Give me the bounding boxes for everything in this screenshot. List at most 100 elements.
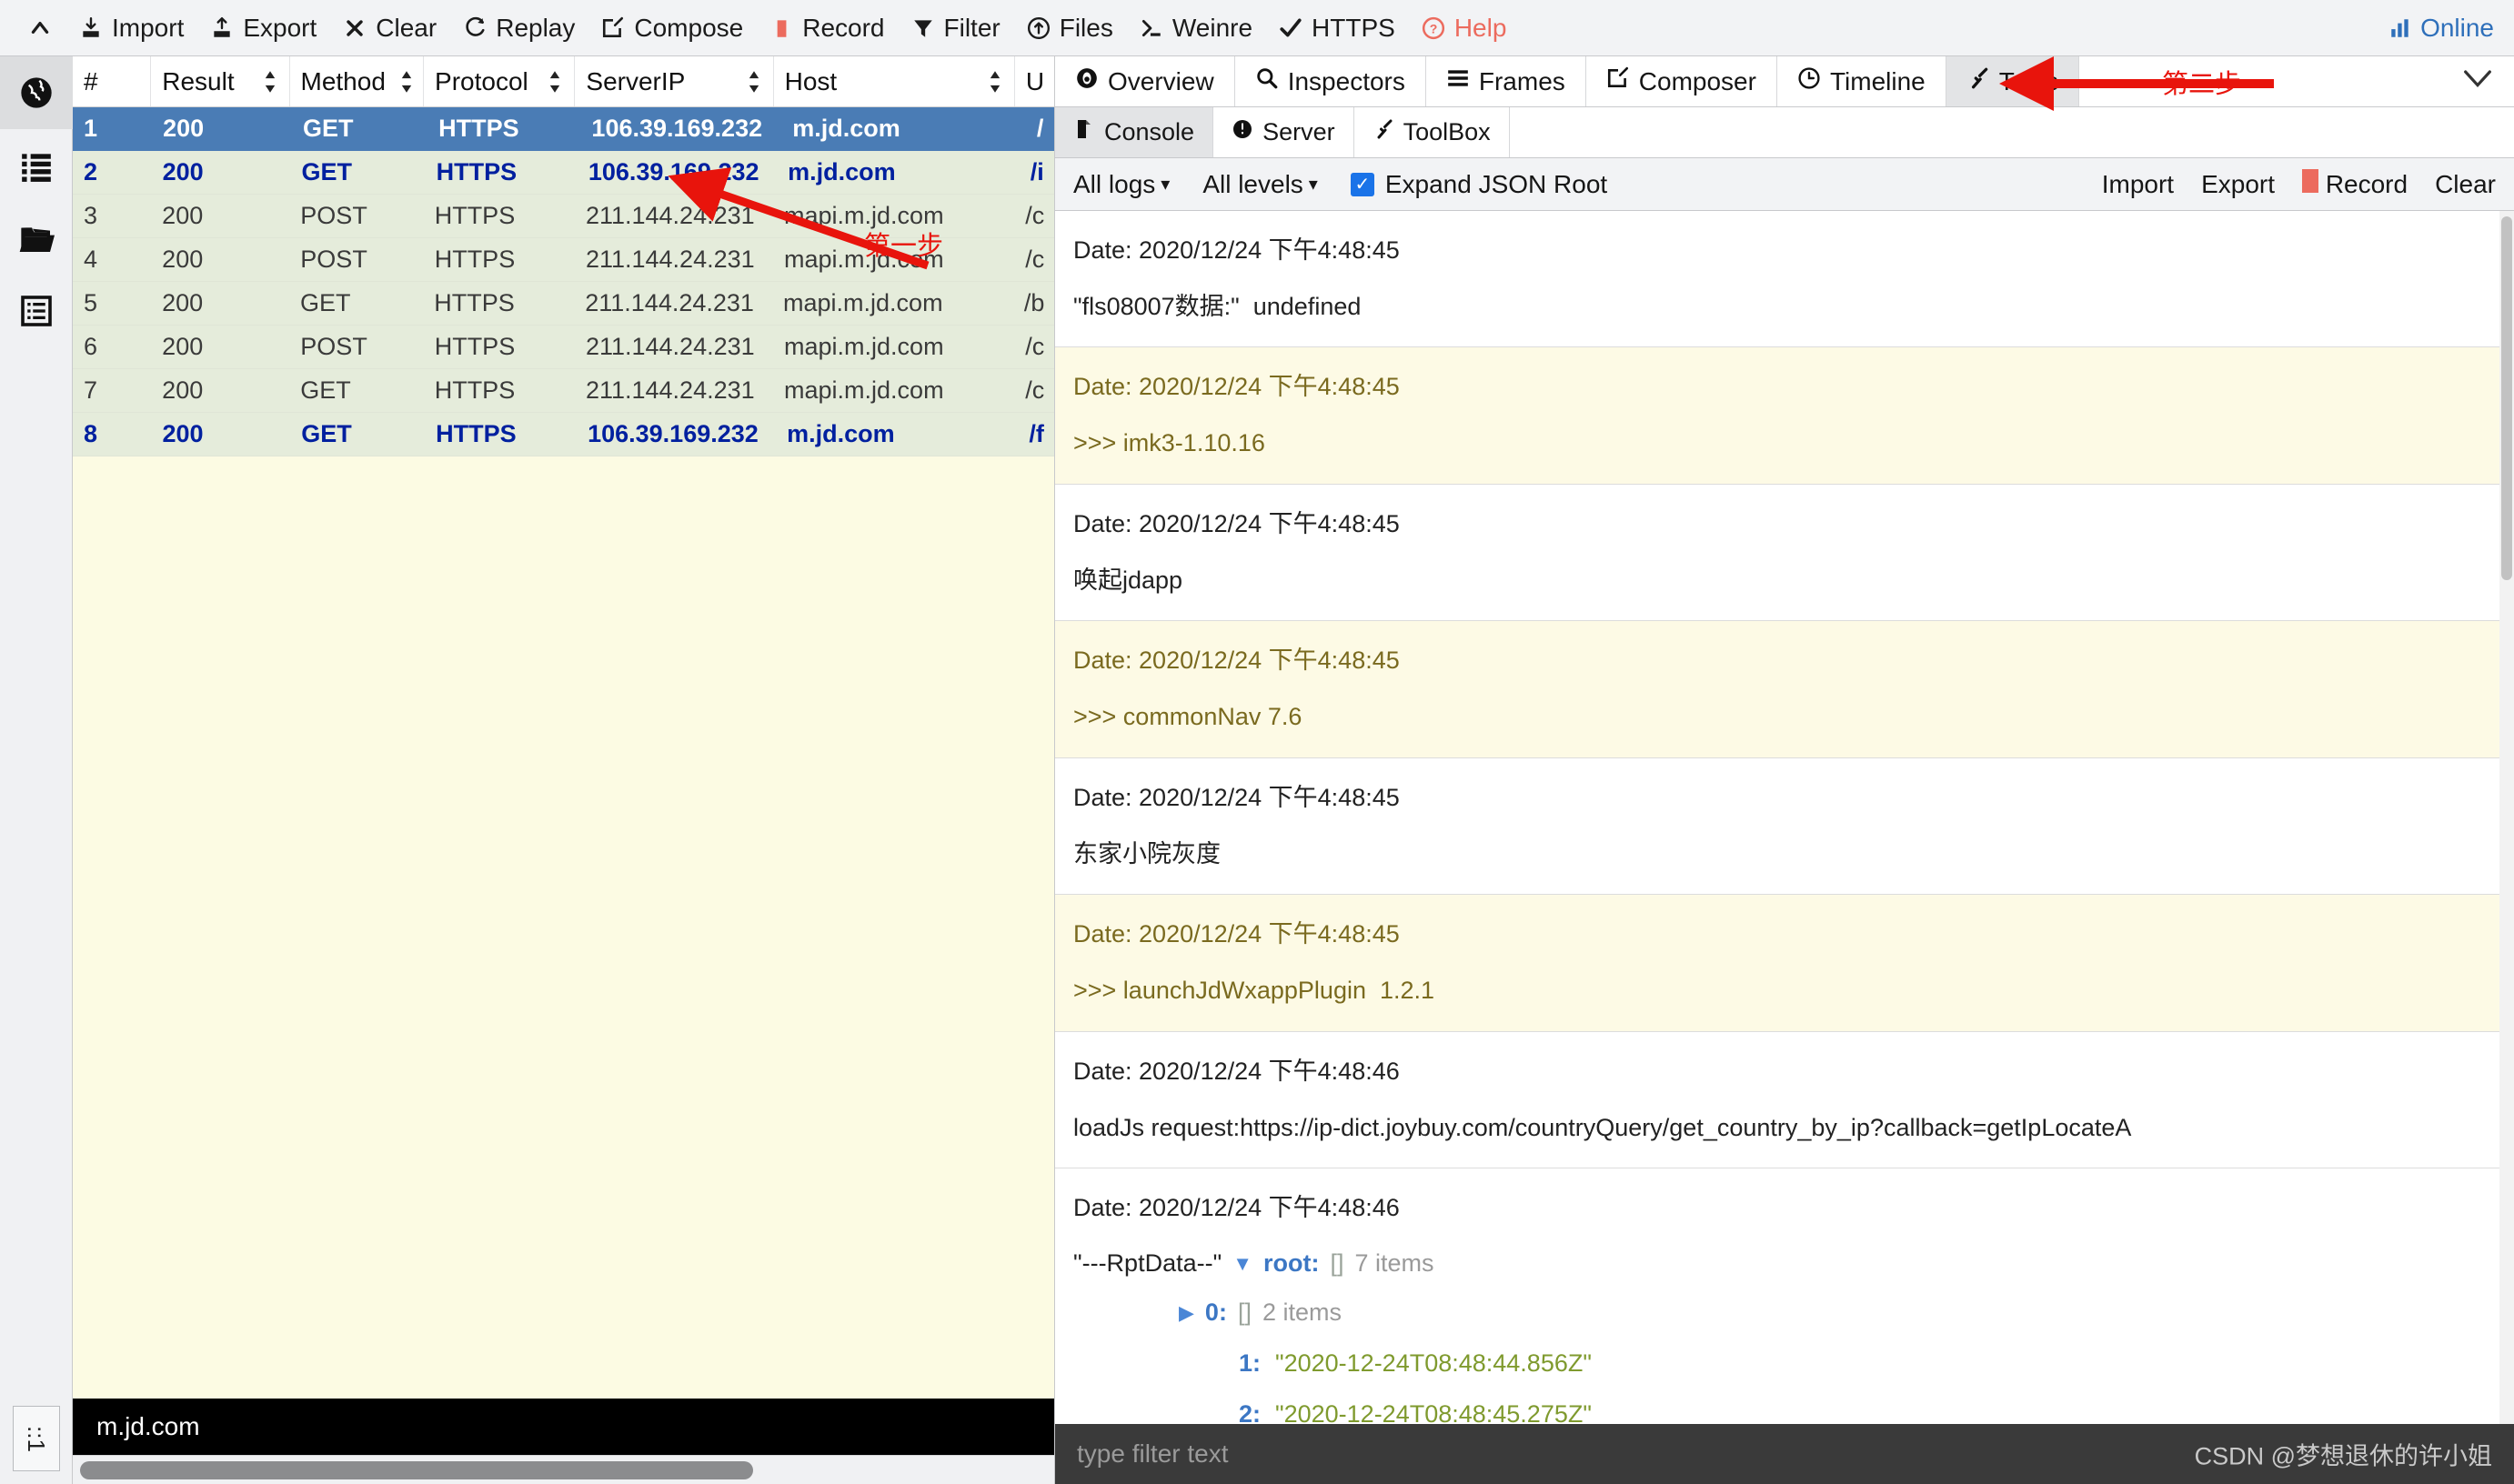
subtab-server[interactable]: Server [1213, 107, 1354, 157]
table-row[interactable]: 2 200 GET HTTPS 106.39.169.232 m.jd.com/i [73, 151, 1054, 195]
tab-composer[interactable]: Composer [1586, 56, 1777, 106]
log-vertical-scrollbar[interactable] [2499, 211, 2514, 1424]
json-leaf-row[interactable]: 1: "2020-12-24T08:48:44.856Z" [1239, 1345, 2494, 1383]
json-root-row[interactable]: "---RptData--" ▼ root: [] 7 items [1073, 1245, 2494, 1283]
session-host: mapi.m.jd.com [783, 289, 943, 316]
log-entry[interactable]: Date: 2020/12/24 下午4:48:45 唤起jdapp [1055, 485, 2514, 622]
table-row[interactable]: 7 200 GET HTTPS 211.144.24.231 mapi.m.jd.com /… [73, 369, 1054, 413]
session-host: mapi.m.jd.com [784, 246, 944, 273]
log-entry-json[interactable]: Date: 2020/12/24 下午4:48:46 "---RptData--… [1055, 1168, 2514, 1424]
log-filter-bar[interactable]: type filter text CSDN @梦想退休的许小姐 [1055, 1424, 2514, 1484]
weinre-button[interactable]: Weinre [1126, 7, 1265, 49]
table-row[interactable]: 3 200 POST HTTPS 211.144.24.231 mapi.m.jd.com… [73, 195, 1054, 238]
tab-inspectors[interactable]: Inspectors [1235, 56, 1426, 106]
log-date: Date: 2020/12/24 下午4:48:46 [1073, 1194, 1400, 1222]
session-grid-header: # Result Method Protocol ServerIP Host U [73, 56, 1054, 107]
files-label: Files [1059, 13, 1113, 42]
console-clear-button[interactable]: Clear [2435, 170, 2496, 199]
log-entry[interactable]: Date: 2020/12/24 下午4:48:45 东家小院灰度 [1055, 758, 2514, 896]
scrollbar-thumb[interactable] [2501, 216, 2512, 580]
column-header-method[interactable]: Method [290, 56, 425, 106]
rail-item-globe[interactable] [0, 56, 73, 129]
session-serverip: 106.39.169.232 [591, 115, 763, 142]
replay-button[interactable]: Replay [449, 7, 588, 49]
logs-filter-dropdown[interactable]: All logs ▾ [1073, 170, 1170, 199]
compose-button[interactable]: Compose [588, 7, 756, 49]
watermark: CSDN @梦想退休的许小姐 [2194, 1442, 2492, 1470]
main-body: ::1 # Result Method Protocol ServerIP Ho… [0, 56, 2514, 1484]
session-serverip: 106.39.169.232 [588, 420, 759, 447]
triangle-right-icon[interactable]: ▶ [1179, 1302, 1194, 1323]
table-row[interactable]: 8 200 GET HTTPS 106.39.169.232 m.jd.com/f [73, 413, 1054, 456]
console-record-button[interactable]: Record [2302, 169, 2408, 199]
triangle-down-icon[interactable]: ▼ [1232, 1253, 1252, 1274]
session-protocol: HTTPS [436, 158, 518, 186]
clear-button[interactable]: Clear [329, 7, 449, 49]
column-header-host[interactable]: Host [774, 56, 1015, 106]
session-horizontal-scrollbar[interactable] [73, 1455, 1054, 1484]
json-child-row[interactable]: ▶ 0: [] 2 items [1179, 1294, 2494, 1332]
json-leaf-row[interactable]: 2: "2020-12-24T08:48:45.275Z" [1239, 1396, 2494, 1424]
files-button[interactable]: Files [1013, 7, 1126, 49]
tab-inspectors-label: Inspectors [1287, 66, 1405, 95]
record-button[interactable]: Record [756, 7, 897, 49]
subtab-console[interactable]: Console [1055, 107, 1214, 157]
log-entry[interactable]: Date: 2020/12/24 下午4:48:45 >>> imk3-1.10.… [1055, 347, 2514, 485]
subtab-toolbox[interactable]: ToolBox [1354, 107, 1510, 157]
import-button[interactable]: Import [65, 7, 196, 49]
column-header-result[interactable]: Result [151, 56, 290, 106]
sort-icon[interactable] [249, 70, 278, 94]
list-icon [19, 148, 54, 183]
levels-filter-dropdown[interactable]: All levels ▾ [1202, 170, 1318, 199]
help-label: Help [1453, 13, 1507, 42]
log-entry[interactable]: Date: 2020/12/24 下午4:48:45 >>> commonNav … [1055, 621, 2514, 758]
console-import-button[interactable]: Import [2102, 170, 2174, 199]
scrollbar-thumb[interactable] [80, 1460, 753, 1479]
sort-icon[interactable] [733, 70, 762, 94]
table-row[interactable]: 5 200 GET HTTPS 211.144.24.231 mapi.m.jd.com /… [73, 282, 1054, 326]
import-icon [78, 15, 104, 41]
rail-item-list[interactable] [0, 129, 73, 202]
session-result: 200 [162, 246, 204, 273]
log-entry[interactable]: Date: 2020/12/24 下午4:48:46 loadJs request… [1055, 1032, 2514, 1169]
tab-overview[interactable]: Overview [1055, 56, 1235, 106]
levels-filter-label: All levels [1202, 169, 1303, 198]
tab-frames[interactable]: Frames [1426, 56, 1586, 106]
tab-timeline[interactable]: Timeline [1777, 56, 1946, 106]
log-date: Date: 2020/12/24 下午4:48:45 [1073, 920, 1400, 948]
column-header-url[interactable]: U [1015, 56, 1054, 106]
session-protocol: HTTPS [434, 289, 515, 316]
filter-input-placeholder[interactable]: type filter text [1077, 1439, 1229, 1469]
table-row[interactable]: 1 200 GET HTTPS 106.39.169.232 m.jd.com / [73, 107, 1054, 151]
clock-icon [1797, 66, 1821, 96]
session-result: 200 [162, 202, 204, 229]
column-header-serverip[interactable]: ServerIP [575, 56, 774, 106]
log-entry[interactable]: Date: 2020/12/24 下午4:48:45 >>> launchJdWx… [1055, 895, 2514, 1032]
sort-icon[interactable] [386, 70, 415, 94]
help-button[interactable]: ? Help [1408, 7, 1520, 49]
column-header-protocol[interactable]: Protocol [424, 56, 576, 106]
collapse-toolbar-button[interactable] [15, 7, 65, 49]
tab-tools[interactable]: Tools [1946, 56, 2080, 106]
column-header-num[interactable]: # [73, 56, 152, 106]
subtab-server-label: Server [1262, 118, 1335, 145]
sort-icon[interactable] [974, 70, 1003, 94]
tab-frames-label: Frames [1478, 66, 1565, 95]
table-row[interactable]: 6 200 POST HTTPS 211.144.24.231 mapi.m.jd.com… [73, 326, 1054, 369]
console-log-list[interactable]: Date: 2020/12/24 下午4:48:45 "fls08007数据:" … [1055, 211, 2514, 1424]
log-date: Date: 2020/12/24 下午4:48:45 [1073, 373, 1400, 401]
export-button[interactable]: Export [196, 7, 329, 49]
filter-button[interactable]: Filter [898, 7, 1013, 49]
log-entry[interactable]: Date: 2020/12/24 下午4:48:45 "fls08007数据:" … [1055, 211, 2514, 348]
status-host-bar: m.jd.com [73, 1399, 1054, 1455]
more-tabs-button[interactable] [2441, 56, 2514, 106]
table-row[interactable]: 4 200 POST HTTPS 211.144.24.231 mapi.m.jd.com… [73, 238, 1054, 282]
sort-icon[interactable] [534, 70, 563, 94]
rail-item-notes[interactable] [0, 275, 73, 347]
rail-item-files[interactable] [0, 202, 73, 275]
expand-json-root-checkbox[interactable]: ✓ Expand JSON Root [1350, 170, 1607, 199]
https-button[interactable]: HTTPS [1265, 7, 1408, 49]
online-status[interactable]: Online [2388, 14, 2494, 43]
console-export-button[interactable]: Export [2201, 170, 2275, 199]
replay-label: Replay [496, 13, 576, 42]
